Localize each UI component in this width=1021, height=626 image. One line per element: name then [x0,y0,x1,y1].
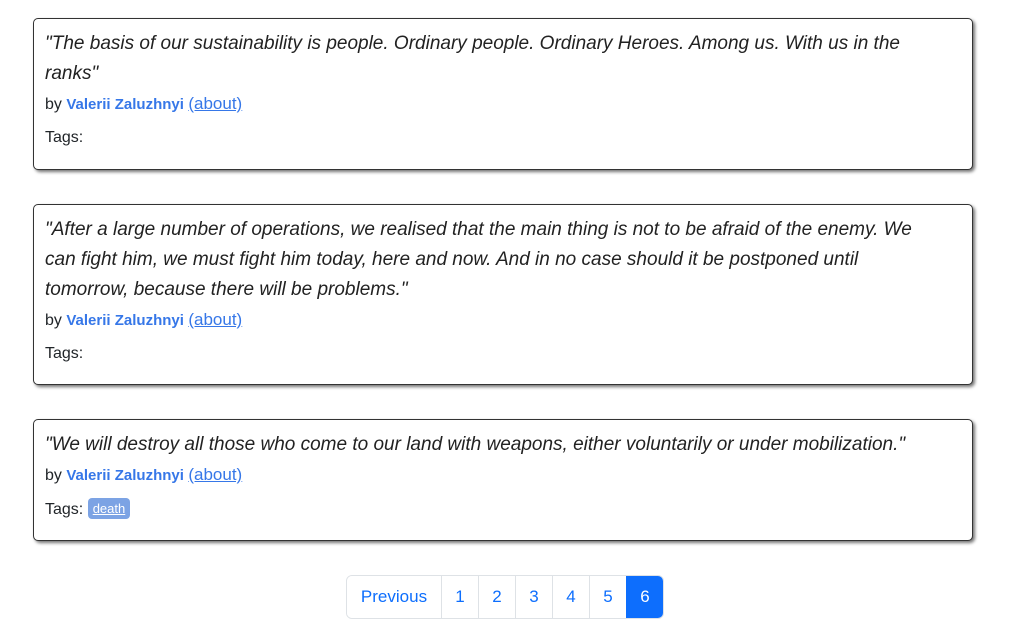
about-author-link[interactable]: (about) [188,465,242,484]
pagination: Previous 1 2 3 4 5 6 [346,575,664,619]
page-6-button[interactable]: 6 [626,576,663,618]
quote-text: "After a large number of operations, we … [45,219,912,300]
quote-byline: by Valerii Zaluzhnyi (about) [45,307,932,334]
page-1-button[interactable]: 1 [441,576,478,618]
about-author-link[interactable]: (about) [188,310,242,329]
quote-card: "We will destroy all those who come to o… [33,419,973,541]
author-name: Valerii Zaluzhnyi [66,312,184,329]
tags-row: Tags: [45,127,932,149]
quotes-page: "The basis of our sustainability is peop… [0,0,1021,626]
by-label: by [45,467,62,484]
quote-byline: by Valerii Zaluzhnyi (about) [45,462,932,489]
author-name: Valerii Zaluzhnyi [66,96,184,113]
tag-death[interactable]: death [87,498,131,519]
tags-label: Tags: [45,129,84,146]
quote-card: "After a large number of operations, we … [33,204,973,385]
quote-text: "We will destroy all those who come to o… [45,434,906,455]
by-label: by [45,312,62,329]
previous-page-button[interactable]: Previous [347,576,441,618]
page-4-button[interactable]: 4 [552,576,589,618]
tags-label: Tags: [45,501,84,518]
page-3-button[interactable]: 3 [515,576,552,618]
tags-row: Tags: death [45,498,932,521]
quote-card: "The basis of our sustainability is peop… [33,18,973,170]
by-label: by [45,96,62,113]
page-2-button[interactable]: 2 [478,576,515,618]
tags-row: Tags: [45,343,932,365]
quote-byline: by Valerii Zaluzhnyi (about) [45,91,932,118]
author-name: Valerii Zaluzhnyi [66,467,184,484]
quote-text: "The basis of our sustainability is peop… [45,33,900,84]
tags-label: Tags: [45,345,84,362]
page-5-button[interactable]: 5 [589,576,626,618]
about-author-link[interactable]: (about) [188,94,242,113]
